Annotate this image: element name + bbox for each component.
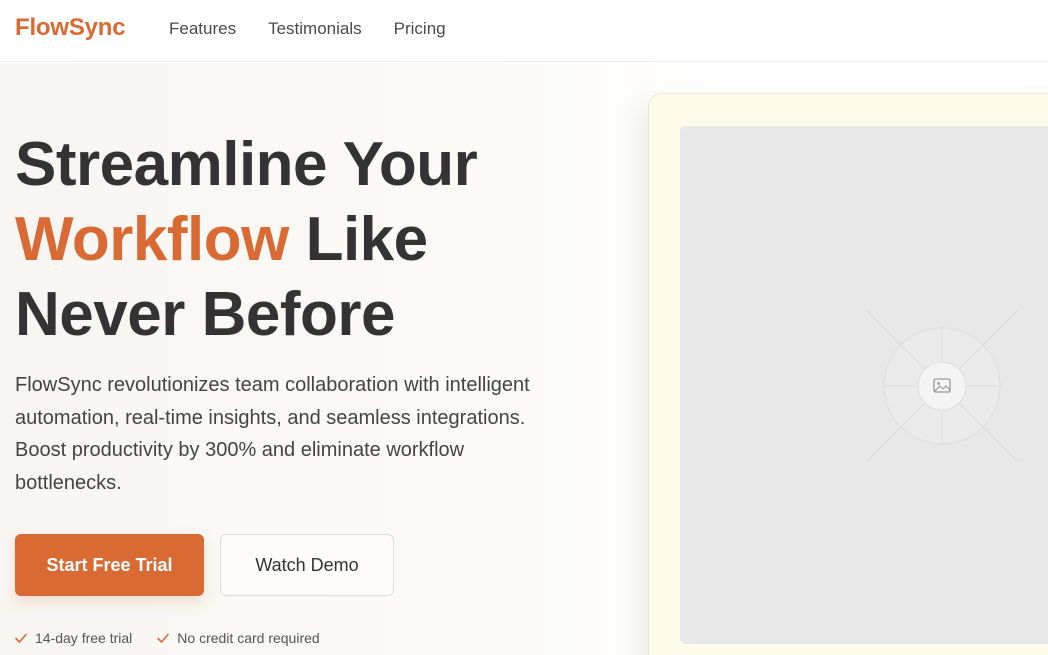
hero-description: FlowSync revolutionizes team collaborati… <box>15 374 530 494</box>
nav-link-features[interactable]: Features <box>169 19 236 39</box>
nav-link-testimonials[interactable]: Testimonials <box>268 19 362 39</box>
headline-line-1: Streamline Your <box>15 130 478 199</box>
start-free-trial-button[interactable]: Start Free Trial <box>15 534 204 596</box>
check-icon <box>15 633 27 643</box>
image-placeholder <box>680 126 1048 644</box>
hero-section: Streamline Your Workflow Like Never Befo… <box>0 63 1048 655</box>
brand-logo[interactable]: FlowSync <box>15 14 126 42</box>
feature-text-no-card: No credit card required <box>177 630 320 646</box>
hero-media-card <box>648 93 1048 655</box>
feature-item: 14-day free trial <box>14 630 132 646</box>
watch-demo-button[interactable]: Watch Demo <box>220 534 394 596</box>
headline-line-2-rest: Like <box>288 205 429 274</box>
landing-page: FlowSync Features Testimonials Pricing S… <box>0 0 1048 655</box>
placeholder-graphic <box>866 310 1018 462</box>
feature-text-trial: 14-day free trial <box>35 630 133 646</box>
hero-headline: Streamline Your Workflow Like Never Befo… <box>15 127 615 352</box>
check-icon <box>157 633 170 643</box>
headline-line-3: Never Before <box>15 280 395 349</box>
hero-features-list: 14-day free trial No credit card require… <box>14 630 344 646</box>
headline-accent-word: Workflow <box>15 205 289 274</box>
nav-links: Features Testimonials Pricing <box>169 19 478 39</box>
nav-link-pricing[interactable]: Pricing <box>394 19 446 39</box>
navbar: FlowSync Features Testimonials Pricing <box>0 0 1048 62</box>
feature-item: No credit card required <box>156 630 320 646</box>
